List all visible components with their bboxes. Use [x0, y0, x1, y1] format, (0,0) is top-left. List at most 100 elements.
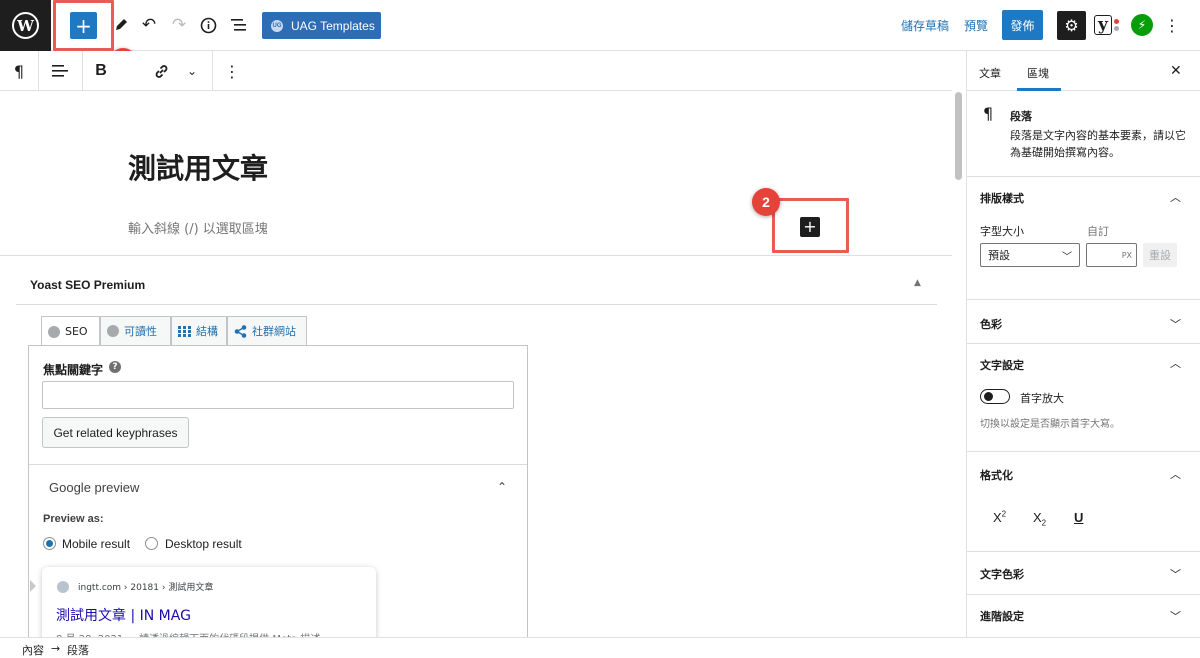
info-icon	[200, 17, 216, 33]
toolbar-separator	[82, 51, 83, 91]
font-size-select-value: 預設	[988, 249, 1010, 262]
details-button[interactable]	[197, 14, 219, 36]
sidebar-divider	[966, 451, 1200, 452]
help-icon[interactable]: ?	[109, 361, 121, 373]
paragraph-block-icon: ¶	[983, 104, 994, 123]
block-name: 段落	[1010, 110, 1032, 123]
active-tab-indicator	[1017, 88, 1061, 91]
redo-icon: ↷	[171, 15, 187, 35]
options-menu-button[interactable]: ⋮	[1163, 14, 1181, 36]
block-toolbar	[0, 51, 952, 91]
font-size-select[interactable]: 預設 ﹀	[980, 243, 1080, 267]
tab-block[interactable]: 區塊	[1027, 65, 1049, 81]
drop-cap-toggle[interactable]	[980, 389, 1010, 404]
chevron-down-icon[interactable]: ﹀	[1170, 566, 1181, 582]
list-view-icon	[230, 19, 246, 31]
desktop-result-radio[interactable]	[145, 537, 158, 550]
editor-scrollbar[interactable]	[955, 92, 962, 180]
more-vertical-icon: ⋮	[1164, 15, 1180, 35]
breadcrumb-current[interactable]: 段落	[67, 642, 89, 658]
wordpress-logo-button[interactable]: W	[0, 0, 51, 51]
tab-readability[interactable]: 可讀性	[100, 316, 171, 345]
chevron-up-icon[interactable]: ⌃	[497, 480, 507, 494]
serp-title[interactable]: 測試用文章 | IN MAG	[56, 605, 191, 625]
tools-pencil-button[interactable]	[110, 14, 132, 36]
mobile-result-label[interactable]: Mobile result	[62, 537, 130, 551]
underline-button[interactable]: U	[1074, 510, 1083, 525]
sidebar-divider	[966, 176, 1200, 177]
drop-cap-label[interactable]: 首字放大	[1020, 390, 1064, 406]
tab-post[interactable]: 文章	[979, 65, 1001, 81]
jetpack-button[interactable]: ⚡	[1131, 14, 1153, 36]
block-options-button[interactable]: ⋮	[222, 59, 242, 83]
chevron-up-icon[interactable]: ︿	[1170, 189, 1181, 205]
panel-divider	[29, 464, 527, 465]
settings-button[interactable]: ⚙	[1057, 11, 1086, 40]
block-type-button[interactable]: ¶	[8, 59, 30, 83]
advanced-panel-title[interactable]: 進階設定	[980, 608, 1024, 624]
bold-button[interactable]: B	[92, 59, 110, 83]
subscript-icon: X2	[1033, 510, 1047, 528]
link-button[interactable]	[150, 59, 172, 83]
list-view-button[interactable]	[228, 14, 250, 36]
subscript-button[interactable]: X2	[1033, 510, 1046, 528]
get-related-keyphrases-button[interactable]: Get related keyphrases	[42, 417, 189, 448]
preview-button[interactable]: 預覽	[964, 17, 988, 34]
superscript-icon: X2	[993, 510, 1007, 526]
uag-logo-icon: UG	[271, 19, 283, 32]
chevron-up-icon[interactable]: ︿	[1170, 355, 1181, 371]
more-formats-button[interactable]: ⌄	[182, 59, 202, 83]
align-left-icon	[52, 65, 68, 77]
reset-font-size-button[interactable]: 重設	[1143, 243, 1177, 267]
post-title[interactable]: 測試用文章	[128, 147, 268, 187]
breadcrumb-root[interactable]: 內容	[22, 642, 44, 658]
sidebar-divider	[966, 343, 1200, 344]
wordpress-logo-icon: W	[12, 12, 39, 39]
chevron-down-icon: ﹀	[1062, 251, 1072, 263]
uag-templates-button[interactable]: UG UAG Templates	[262, 12, 381, 39]
focus-keyphrase-input[interactable]	[42, 381, 514, 409]
formatting-panel-title[interactable]: 格式化	[980, 467, 1013, 483]
yoast-sidebar-button[interactable]: y	[1094, 13, 1120, 37]
link-icon	[155, 64, 167, 78]
tab-schema[interactable]: 結構	[171, 316, 227, 345]
save-draft-button[interactable]: 儲存草稿	[901, 17, 949, 34]
google-preview-heading[interactable]: Google preview	[49, 480, 139, 495]
grid-icon	[178, 325, 191, 337]
tab-seo-label: SEO	[65, 325, 88, 338]
lightning-icon: ⚡	[1137, 18, 1147, 32]
focus-keyphrase-label: 焦點關鍵字	[43, 363, 104, 377]
redo-button[interactable]: ↷	[168, 14, 190, 36]
block-inserter-button[interactable]: +	[800, 217, 820, 237]
typography-panel-title[interactable]: 排版樣式	[980, 190, 1024, 206]
plus-icon: +	[803, 217, 817, 236]
publish-button[interactable]: 發佈	[1002, 10, 1043, 40]
chevron-up-icon[interactable]: ︿	[1170, 466, 1181, 482]
preview-as-label: Preview as:	[43, 513, 104, 525]
share-icon	[234, 324, 247, 338]
undo-button[interactable]: ↶	[138, 14, 160, 36]
chevron-down-icon[interactable]: ﹀	[1170, 608, 1181, 624]
toolbar-separator	[212, 51, 213, 91]
superscript-button[interactable]: X2	[993, 510, 1006, 525]
toolbar-separator	[38, 51, 39, 91]
more-vertical-icon: ⋮	[224, 61, 240, 81]
color-panel-title[interactable]: 色彩	[980, 316, 1002, 332]
annotation-badge-2: 2	[752, 188, 780, 216]
tab-readability-label: 可讀性	[124, 325, 157, 338]
custom-font-size-input[interactable]: PX	[1086, 243, 1137, 267]
tab-seo[interactable]: SEO	[41, 316, 100, 346]
close-icon[interactable]: ✕	[1170, 63, 1182, 79]
mobile-result-radio[interactable]	[43, 537, 56, 550]
chevron-down-icon[interactable]: ﹀	[1170, 316, 1181, 332]
collapse-caret-icon[interactable]: ▲	[914, 278, 921, 288]
block-breadcrumb-bar	[0, 637, 1200, 658]
text-settings-panel-title[interactable]: 文字設定	[980, 357, 1024, 373]
add-block-button[interactable]: +	[70, 12, 97, 39]
yoast-logo-icon: y	[1094, 15, 1112, 35]
paragraph-block[interactable]: 輸入斜線 (/) 以選取區塊	[128, 218, 268, 237]
align-button[interactable]	[48, 59, 72, 83]
text-color-panel-title[interactable]: 文字色彩	[980, 566, 1024, 582]
desktop-result-label[interactable]: Desktop result	[165, 537, 242, 551]
tab-social[interactable]: 社群網站	[227, 316, 307, 345]
